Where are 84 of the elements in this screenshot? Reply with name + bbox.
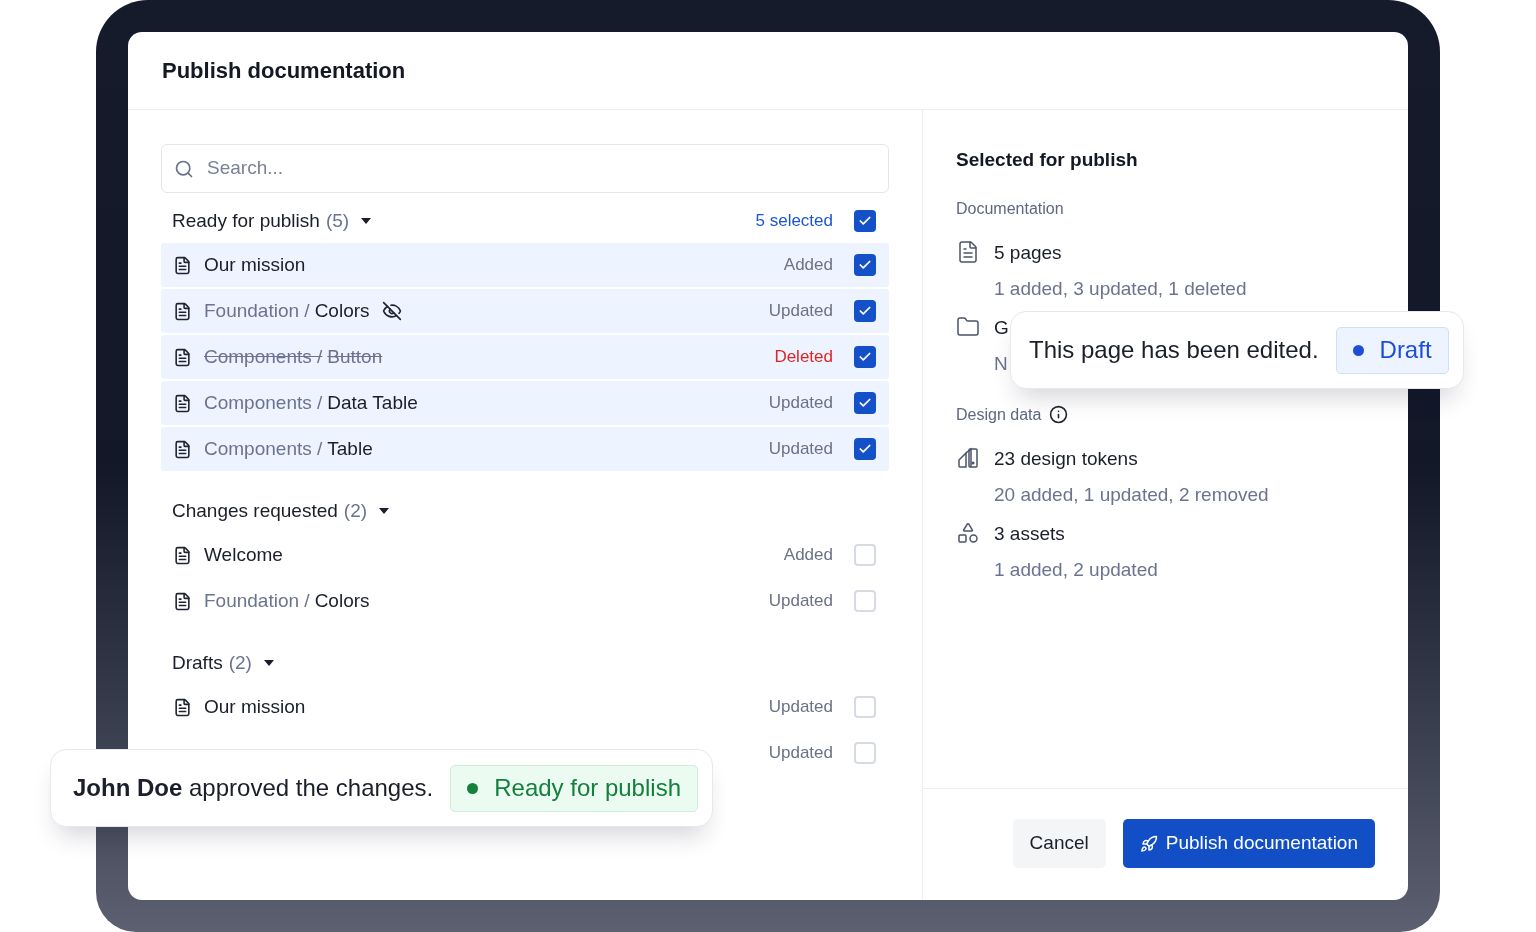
- document-icon: [173, 347, 192, 367]
- item-path: Components /: [204, 436, 323, 461]
- item-name[interactable]: Our mission: [204, 692, 306, 722]
- toast-message: John Doe approved the changes.: [73, 773, 434, 803]
- item-name[interactable]: Our mission: [204, 250, 306, 280]
- checkbox[interactable]: [854, 742, 876, 764]
- item-status: Updated: [768, 590, 833, 613]
- checkbox[interactable]: [854, 544, 876, 566]
- status-badge: Ready for publish: [450, 764, 698, 812]
- item-path: Foundation /: [204, 588, 310, 613]
- summary-item-title: G: [994, 315, 1009, 340]
- tokens-icon: [956, 445, 980, 470]
- summary-item-detail: 1 added, 2 updated: [994, 558, 1158, 582]
- check-icon: [858, 350, 872, 364]
- checkbox[interactable]: [854, 392, 876, 414]
- shapes-icon: [956, 520, 980, 545]
- folder-icon: [956, 314, 980, 339]
- summary-title: Selected for publish: [956, 148, 1139, 172]
- checkbox[interactable]: [854, 210, 876, 232]
- item-name[interactable]: Colors: [314, 296, 370, 326]
- summary-item-title: 5 pages: [994, 240, 1063, 265]
- item-status: Updated: [768, 696, 833, 719]
- document-icon: [173, 545, 192, 565]
- summary-item-detail: 1 added, 3 updated, 1 deleted: [994, 277, 1247, 301]
- rocket-icon: [1139, 834, 1158, 853]
- checkbox[interactable]: [854, 696, 876, 718]
- item-path: Components /: [204, 344, 323, 369]
- item-status: Deleted: [774, 346, 833, 369]
- check-icon: [858, 396, 872, 410]
- status-badge: Draft: [1335, 326, 1449, 374]
- checkbox[interactable]: [854, 438, 876, 460]
- item-status: Added: [783, 544, 833, 567]
- item-path: Components /: [204, 390, 323, 415]
- group-title: Drafts: [172, 650, 223, 675]
- item-name[interactable]: Button: [327, 342, 383, 372]
- search-icon: [174, 158, 194, 179]
- publish-button[interactable]: Publish documentation: [1122, 819, 1375, 868]
- selected-count: 5 selected: [755, 210, 833, 233]
- document-icon: [173, 301, 192, 321]
- eye-off-icon: [381, 301, 402, 321]
- section-label: Design data: [956, 404, 1042, 425]
- item-status: Updated: [768, 742, 833, 765]
- summary-item-detail: N: [994, 352, 1009, 376]
- item-status: Updated: [768, 392, 833, 415]
- checkbox[interactable]: [854, 590, 876, 612]
- dialog-title: Publish documentation: [162, 57, 406, 85]
- summary-item-title: 23 design tokens: [994, 446, 1139, 471]
- summary-item-title: 3 assets: [994, 521, 1066, 546]
- group-title: Ready for publish: [172, 208, 320, 233]
- document-icon: [173, 439, 192, 459]
- caret-icon[interactable]: [379, 508, 390, 514]
- check-icon: [858, 258, 872, 272]
- document-icon: [173, 255, 192, 275]
- group-count: (2): [343, 498, 368, 523]
- item-status: Updated: [768, 300, 833, 323]
- document-icon: [173, 393, 192, 413]
- summary-item-detail: 20 added, 1 updated, 2 removed: [994, 483, 1269, 507]
- item-status: Added: [783, 254, 833, 277]
- item-name[interactable]: Table: [327, 434, 373, 464]
- item-status: Updated: [768, 438, 833, 461]
- document-icon: [173, 591, 192, 611]
- checkbox[interactable]: [854, 254, 876, 276]
- group-count: (2): [228, 650, 252, 675]
- info-icon[interactable]: [1049, 405, 1069, 424]
- document-icon: [173, 697, 192, 717]
- caret-icon[interactable]: [361, 218, 372, 224]
- check-icon: [858, 442, 872, 456]
- search-input[interactable]: Search...: [207, 154, 876, 183]
- group-count: (5): [325, 208, 350, 233]
- checkbox[interactable]: [854, 346, 876, 368]
- search-field[interactable]: Search...: [161, 144, 889, 193]
- item-name[interactable]: Data Table: [327, 388, 418, 418]
- caret-icon[interactable]: [263, 660, 274, 666]
- group-title: Changes requested: [172, 498, 338, 523]
- cancel-button[interactable]: Cancel: [1012, 819, 1106, 868]
- document-icon: [956, 239, 980, 264]
- toast-message: This page has been edited.: [1029, 335, 1319, 365]
- checkbox[interactable]: [854, 300, 876, 322]
- item-path: Foundation /: [204, 298, 310, 323]
- item-name[interactable]: Colors: [314, 586, 370, 616]
- check-icon: [858, 214, 872, 228]
- section-label: Documentation: [956, 198, 1064, 219]
- check-icon: [858, 304, 872, 318]
- item-name[interactable]: Welcome: [204, 540, 283, 570]
